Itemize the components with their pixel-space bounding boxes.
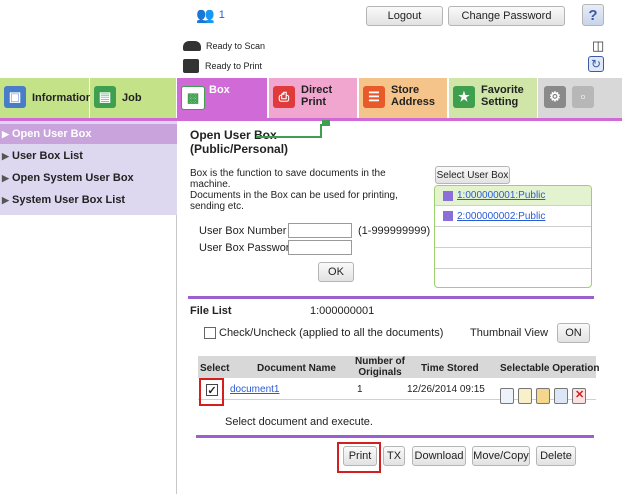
select-user-box-button[interactable]: Select User Box xyxy=(435,166,510,184)
box-mini-icon xyxy=(322,120,330,126)
network-icon[interactable]: ◫ xyxy=(592,38,604,54)
print-status-text: Ready to Print xyxy=(205,61,263,71)
maintenance-icon: ▫ xyxy=(572,86,594,108)
sidebar-item-user-box-list[interactable]: ▶ User Box List xyxy=(0,146,177,166)
thumbnail-view-label: Thumbnail View xyxy=(470,327,549,339)
user-box-list-item[interactable]: 1:000000001:Public xyxy=(435,186,591,206)
user-icon: 👥 xyxy=(196,7,215,24)
user-box-list-item[interactable]: 2:000000002:Public xyxy=(435,206,591,227)
logout-button[interactable]: Logout xyxy=(366,6,443,26)
box-password-input[interactable] xyxy=(288,240,352,255)
user-box-list: 1:000000001:Public 2:000000002:Public xyxy=(434,185,592,288)
utility-icon: ⚙ xyxy=(544,86,566,108)
bottom-divider xyxy=(196,435,594,438)
move-copy-button[interactable]: Move/Copy xyxy=(472,446,530,466)
description-line-2: Documents in the Box can be used for pri… xyxy=(190,190,398,212)
scan-status-text: Ready to Scan xyxy=(206,41,266,51)
file-list-box-id: 1:000000001 xyxy=(310,305,375,317)
col-time-stored-header: Time Stored xyxy=(421,363,479,374)
tab-information[interactable]: ▣ Information xyxy=(0,78,93,118)
delete-button[interactable]: Delete xyxy=(536,446,576,466)
box-number-input[interactable] xyxy=(288,223,352,238)
information-icon: ▣ xyxy=(4,86,26,108)
edit-document-icon[interactable] xyxy=(518,388,532,404)
tab-utility[interactable]: ⚙ ▫ xyxy=(538,78,622,118)
col-operation-header: Selectable Operation xyxy=(500,363,600,374)
left-top-blank xyxy=(0,0,177,78)
instruction-text: Select document and execute. xyxy=(225,416,373,428)
arrow-right-icon: ▶ xyxy=(2,195,9,205)
change-password-button[interactable]: Change Password xyxy=(448,6,565,26)
tab-job[interactable]: ▤ Job xyxy=(90,78,176,118)
user-box-list-empty-row xyxy=(435,248,591,269)
tx-button[interactable]: TX xyxy=(383,446,405,466)
send-document-icon[interactable] xyxy=(536,388,550,404)
document-name-link[interactable]: document1 xyxy=(230,384,279,395)
refresh-icon[interactable]: ↻ xyxy=(588,56,604,72)
direct-print-icon: ⎙ xyxy=(273,86,295,108)
box-icon xyxy=(443,190,453,201)
store-address-icon: ☰ xyxy=(363,86,385,108)
user-count: 1 xyxy=(218,9,225,21)
box-icon xyxy=(443,211,453,221)
ok-button[interactable]: OK xyxy=(318,262,354,282)
box-password-label: User Box Password xyxy=(199,242,296,254)
col-document-name-header: Document Name xyxy=(257,363,336,374)
thumbnail-toggle-button[interactable]: ON xyxy=(557,323,590,343)
download-button[interactable]: Download xyxy=(412,446,466,466)
copy-document-icon[interactable] xyxy=(554,388,568,404)
user-box-list-empty-row xyxy=(435,227,591,248)
user-indicator: 👥 1 xyxy=(196,6,225,24)
tab-store-address[interactable]: ☰ Store Address xyxy=(359,78,447,118)
tab-favorite-setting[interactable]: ★ Favorite Setting xyxy=(449,78,537,118)
col-select-header: Select xyxy=(200,363,230,374)
scanner-icon xyxy=(183,41,201,51)
sidebar-item-open-system-user-box[interactable]: ▶ Open System User Box xyxy=(0,168,177,188)
title-decoration-icon xyxy=(256,120,330,138)
arrow-right-icon: ▶ xyxy=(2,151,9,161)
document-originals: 1 xyxy=(357,384,363,395)
delete-document-icon[interactable]: ✕ xyxy=(572,388,586,404)
highlight-checkbox xyxy=(199,378,224,406)
box-number-range: (1-999999999) xyxy=(358,225,431,237)
box-number-label: User Box Number xyxy=(199,225,287,237)
arrow-right-icon: ▶ xyxy=(2,173,9,183)
favorite-setting-icon: ★ xyxy=(453,86,475,108)
tab-box[interactable]: ▩ Box xyxy=(177,78,267,118)
sidebar-item-open-user-box[interactable]: ▶ Open User Box xyxy=(0,124,177,144)
section-divider xyxy=(188,296,594,299)
tab-direct-print[interactable]: ⎙ Direct Print xyxy=(269,78,357,118)
check-all-checkbox[interactable] xyxy=(204,327,216,339)
job-icon: ▤ xyxy=(94,86,116,108)
help-button[interactable]: ? xyxy=(582,4,604,26)
col-originals-header: Number of Originals xyxy=(355,356,405,378)
printer-icon xyxy=(183,59,199,73)
document-properties-icon[interactable] xyxy=(500,388,514,404)
print-status: Ready to Print xyxy=(183,58,262,74)
sidebar-item-system-user-box-list[interactable]: ▶ System User Box List xyxy=(0,190,177,210)
highlight-print xyxy=(337,442,381,473)
check-all-label: Check/Uncheck (applied to all the docume… xyxy=(219,327,444,339)
help-icon: ? xyxy=(588,6,598,24)
scan-status: Ready to Scan xyxy=(183,38,265,54)
box-icon: ▩ xyxy=(181,86,205,110)
document-time: 12/26/2014 09:15 xyxy=(407,384,485,395)
delete-x-icon: ✕ xyxy=(575,389,585,401)
file-list-label: File List xyxy=(190,305,232,317)
arrow-right-icon: ▶ xyxy=(2,129,9,139)
description-line-1: Box is the function to save documents in… xyxy=(190,168,386,190)
